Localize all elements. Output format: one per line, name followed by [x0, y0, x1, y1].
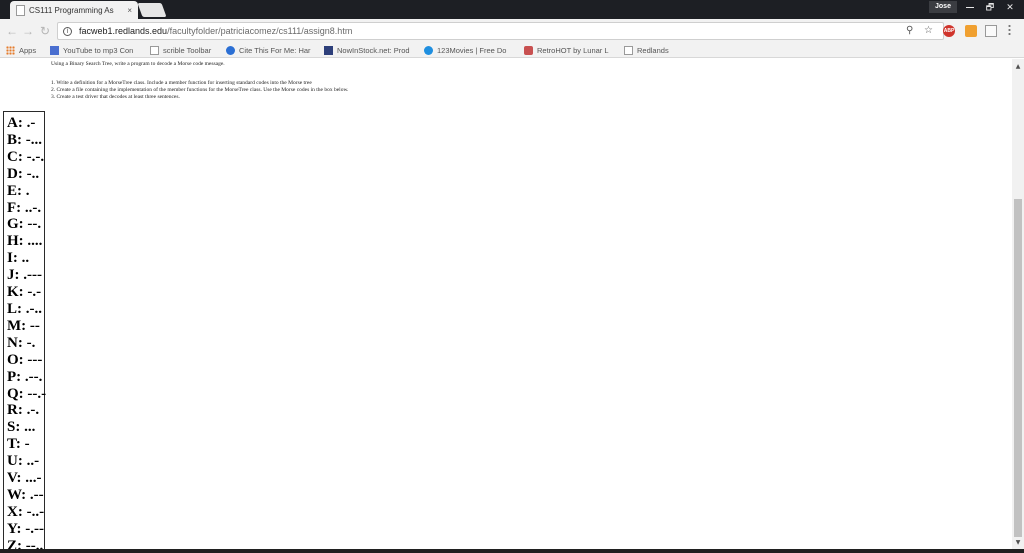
maximize-button[interactable]: 🗗 [980, 0, 1000, 14]
taskbar-edge [0, 549, 1024, 553]
morse-code-row: A: .- [7, 115, 36, 131]
pdf-extension-icon[interactable] [985, 25, 997, 37]
nowinstock-icon [324, 46, 333, 55]
url-text[interactable]: facweb1.redlands.edu/facultyfolder/patri… [79, 26, 352, 36]
bookmark-retrohot[interactable]: RetroHOT by Lunar L [524, 45, 609, 56]
scroll-down-arrow-icon[interactable]: ▼ [1012, 537, 1024, 549]
morse-code-row: H: .... [7, 233, 43, 250]
morse-code-row: B: -... [7, 131, 42, 148]
morse-code-row: Z: --.. [7, 537, 44, 549]
bookmark-label: Redlands [637, 46, 669, 55]
morse-code-row: D: -.. [7, 165, 40, 182]
tab-title: CS111 Programming As [29, 5, 114, 15]
morse-code-row: V: ...- [7, 470, 42, 487]
bookmarks-bar: Apps YouTube to mp3 Con scrible Toolbar … [0, 43, 1024, 58]
browser-toolbar: ← → ↻ i facweb1.redlands.edu/facultyfold… [0, 19, 1024, 43]
bookmark-nowinstock[interactable]: NowInStock.net: Prod [324, 45, 410, 56]
forward-icon[interactable]: → [20, 23, 36, 39]
morse-code-row: R: .-. [7, 402, 40, 419]
vertical-scrollbar[interactable]: ▲ ▼ [1012, 59, 1024, 549]
morse-code-row: N: -. [7, 334, 36, 351]
bookmark-apps[interactable]: Apps [6, 45, 36, 56]
address-bar[interactable]: i facweb1.redlands.edu/facultyfolder/pat… [57, 22, 944, 40]
bookmark-cite-this[interactable]: Cite This For Me: Har [226, 45, 311, 56]
bookmark-label: scrible Toolbar [163, 46, 212, 55]
retrohot-icon [524, 46, 533, 55]
assignment-step: 2. Create a file containing the implemen… [51, 87, 349, 93]
morse-code-row: M: -- [7, 317, 40, 334]
url-host: facweb1.redlands.edu [79, 26, 168, 36]
close-window-button[interactable]: ✕ [1000, 0, 1020, 14]
assignment-step: 1. Write a definition for a MorseTree cl… [51, 80, 312, 86]
adblock-plus-icon[interactable]: ABP [943, 25, 955, 37]
morse-code-row: C: -.-. [7, 148, 45, 165]
morse-code-row: G: --. [7, 216, 42, 233]
bookmark-label: 123Movies | Free Do [437, 46, 507, 55]
bookmark-scrible[interactable]: scrible Toolbar [150, 45, 211, 56]
cite-this-icon [226, 46, 235, 55]
browser-tab[interactable]: CS111 Programming As × [10, 1, 138, 19]
scroll-up-arrow-icon[interactable]: ▲ [1012, 61, 1024, 73]
bookmark-label: Cite This For Me: Har [239, 46, 311, 55]
morse-code-row: W: .-- [7, 486, 44, 503]
zoom-icon[interactable]: ⚲ [906, 25, 913, 36]
profile-button[interactable]: Jose [929, 1, 957, 13]
bookmark-redlands[interactable]: Redlands [624, 45, 669, 56]
morse-code-row: E: . [7, 182, 30, 199]
morse-code-box: A: .- B: -... C: -.-. D: -.. E: . F: ..-… [3, 111, 47, 549]
bookmark-label: RetroHOT by Lunar L [537, 46, 609, 55]
apps-grid-icon [6, 46, 15, 55]
page-icon [150, 46, 159, 55]
morse-code-row: I: .. [7, 250, 30, 267]
morse-code-row: O: --- [7, 351, 43, 368]
morse-code-row: L: .-.. [7, 300, 42, 317]
page-icon [624, 46, 633, 55]
page-content: Using a Binary Search Tree, write a prog… [0, 59, 1012, 549]
tab-strip: CS111 Programming As × Jose 🗗 ✕ [0, 0, 1024, 19]
assignment-intro: Using a Binary Search Tree, write a prog… [51, 61, 225, 67]
morse-code-row: K: -.- [7, 284, 42, 301]
morse-code-row: P: .--. [7, 368, 43, 385]
morse-code-row: T: - [7, 436, 30, 453]
browser-menu-icon[interactable] [1008, 24, 1011, 36]
bookmark-label: NowInStock.net: Prod [337, 46, 410, 55]
bookmark-123movies[interactable]: 123Movies | Free Do [424, 45, 506, 56]
reload-icon[interactable]: ↻ [37, 23, 53, 39]
scroll-thumb[interactable] [1014, 199, 1022, 537]
morse-code-row: F: ..-. [7, 199, 42, 216]
site-info-icon[interactable]: i [63, 26, 72, 36]
bookmark-youtube-mp3[interactable]: YouTube to mp3 Con [50, 45, 133, 56]
url-path: /facultyfolder/patriciacomez/cs111/assig… [167, 26, 353, 36]
assignment-step: 3. Create a test driver that decodes at … [51, 94, 180, 100]
bookmark-star-icon[interactable]: ☆ [924, 25, 933, 36]
morse-code-row: U: ..- [7, 453, 40, 470]
bookmark-label: YouTube to mp3 Con [63, 46, 134, 55]
morse-code-row: Y: -.-- [7, 520, 44, 537]
minimize-button[interactable] [960, 0, 980, 14]
morse-code-row: S: ... [7, 419, 36, 436]
new-tab-button[interactable] [137, 3, 167, 17]
orange-extension-icon[interactable] [965, 25, 977, 37]
bookmark-label: Apps [19, 46, 37, 55]
morse-code-row: J: .--- [7, 267, 42, 284]
morse-code-row: Q: --.- [7, 385, 47, 402]
morse-code-row: X: -..- [7, 503, 45, 520]
movies-icon [424, 46, 433, 55]
youtube-mp3-icon [50, 46, 59, 55]
assignment-steps: 1. Write a definition for a MorseTree cl… [51, 80, 348, 101]
page-icon [16, 4, 25, 16]
tab-close-icon[interactable]: × [127, 6, 132, 15]
back-icon[interactable]: ← [4, 23, 20, 39]
